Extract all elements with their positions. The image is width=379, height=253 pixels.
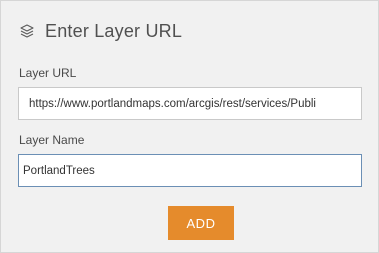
layer-url-input[interactable] — [18, 87, 362, 120]
panel-title: Enter Layer URL — [45, 20, 183, 41]
layers-icon — [19, 23, 35, 39]
layer-name-label: Layer Name — [19, 133, 85, 147]
add-button[interactable]: ADD — [168, 206, 234, 240]
panel-header: Enter Layer URL — [19, 19, 182, 43]
layer-name-input[interactable] — [18, 154, 362, 187]
enter-layer-url-panel: Enter Layer URL Layer URL Layer Name ADD — [0, 0, 379, 253]
layer-url-label: Layer URL — [19, 66, 77, 80]
